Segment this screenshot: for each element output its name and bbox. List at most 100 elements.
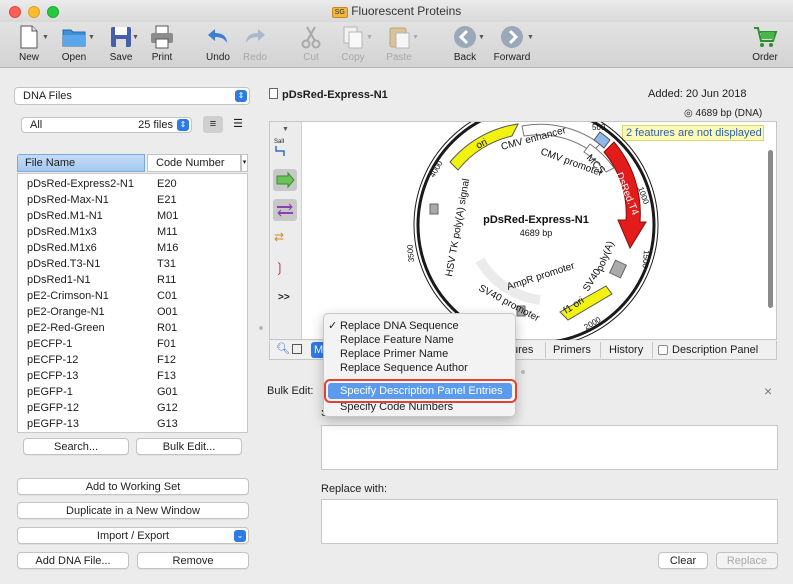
file-list-row[interactable]: pEGFP-1 G01 <box>18 384 247 400</box>
menu-item-replace-dna-sequence[interactable]: Replace DNA Sequence <box>340 319 459 333</box>
file-name-cell: pDsRed.M1-N1 <box>27 210 103 222</box>
open-dropdown-icon[interactable]: ▼ <box>88 34 95 41</box>
search-field[interactable] <box>321 425 778 470</box>
vertical-scrollbar[interactable] <box>768 150 773 308</box>
undo-label: Undo <box>206 52 230 63</box>
back-button[interactable]: Back <box>448 24 482 63</box>
splitter-handle-icon[interactable] <box>521 370 525 374</box>
split-view-icon[interactable] <box>292 344 302 354</box>
add-to-working-set-button[interactable]: Add to Working Set <box>17 478 249 495</box>
search-button[interactable]: Search... <box>23 438 129 455</box>
file-list-row[interactable]: pDsRed1-N1 R11 <box>18 272 247 288</box>
new-button[interactable]: New <box>12 24 46 63</box>
add-dna-file-button[interactable]: Add DNA File... <box>17 552 129 569</box>
back-dropdown-icon[interactable]: ▼ <box>478 34 485 41</box>
map-side-toolbar: ▼ SalI ⇄ ❳ >> <box>270 122 302 339</box>
bracket-tool-icon[interactable]: ❳ <box>274 260 285 276</box>
undo-arrow-icon <box>208 29 227 43</box>
import-export-label: Import / Export <box>96 530 170 542</box>
collapse-triangle-icon[interactable]: ▼ <box>282 126 289 133</box>
polya-site <box>608 259 628 279</box>
file-name-cell: pE2-Crimson-N1 <box>27 290 109 302</box>
file-list-row[interactable]: pEGFP-12 G12 <box>18 400 247 416</box>
collection-select[interactable]: DNA Files ⇕ <box>14 87 250 105</box>
code-number-cell: F13 <box>157 370 176 382</box>
window-title: Fluorescent Proteins <box>351 4 462 18</box>
clipboard-icon <box>389 27 410 49</box>
file-list-row[interactable]: pE2-Crimson-N1 C01 <box>18 288 247 304</box>
replace-field[interactable] <box>321 499 778 544</box>
magnifier-icon[interactable]: 🔍︎ <box>276 342 290 355</box>
app-doc-icon: SG <box>331 7 348 18</box>
cut-button[interactable]: Cut <box>295 24 327 63</box>
file-list-row[interactable]: pDsRed.M1x6 M16 <box>18 240 247 256</box>
filter-select[interactable]: All 25 files ⇕ <box>21 117 192 133</box>
print-label: Print <box>151 52 173 63</box>
column-header-code-number[interactable]: Code Number <box>147 154 241 172</box>
forward-label: Forward <box>493 52 531 63</box>
save-button[interactable]: Save <box>104 24 138 63</box>
file-list-row[interactable]: pDsRed-Max-N1 E21 <box>18 192 247 208</box>
splitter-handle-icon[interactable] <box>259 326 263 330</box>
menu-item-replace-sequence-author[interactable]: Replace Sequence Author <box>340 361 468 375</box>
code-number-cell: T31 <box>157 258 176 270</box>
file-list-row[interactable]: pECFP-12 F12 <box>18 352 247 368</box>
open-button[interactable]: Open <box>56 24 92 63</box>
file-name-cell: pDsRed.M1x3 <box>27 226 97 238</box>
file-list-row[interactable]: pDsRed.M1-N1 M01 <box>18 208 247 224</box>
list-view-icon[interactable]: ≡ <box>203 116 223 133</box>
code-number-cell: G12 <box>157 402 178 414</box>
menu-item-replace-primer-name[interactable]: Replace Primer Name <box>340 347 448 361</box>
forward-button[interactable]: Forward <box>492 24 532 63</box>
close-icon[interactable]: × <box>764 383 772 399</box>
remove-button[interactable]: Remove <box>137 552 249 569</box>
paste-dropdown-icon[interactable]: ▼ <box>412 34 419 41</box>
file-list-row[interactable]: pDsRed.T3-N1 T31 <box>18 256 247 272</box>
copy-button[interactable]: Copy <box>336 24 370 63</box>
tab-primers[interactable]: Primers <box>553 342 591 358</box>
forward-dropdown-icon[interactable]: ▼ <box>527 34 534 41</box>
column-menu-icon[interactable]: ▾ <box>241 154 248 172</box>
undo-button[interactable]: Undo <box>202 24 234 63</box>
file-name-cell: pEGFP-12 <box>27 402 79 414</box>
copy-dropdown-icon[interactable]: ▼ <box>366 34 373 41</box>
file-list-row[interactable]: pDsRed.M1x3 M11 <box>18 224 247 240</box>
clear-button[interactable]: Clear <box>658 552 708 569</box>
order-label: Order <box>752 52 778 63</box>
swap-arrows-icon[interactable]: ⇄ <box>274 230 284 244</box>
paste-button[interactable]: Paste <box>382 24 416 63</box>
collection-select-value: DNA Files <box>23 90 72 102</box>
feature-tool[interactable] <box>273 169 297 191</box>
primer-tool[interactable] <box>273 199 297 221</box>
file-list-row[interactable]: pEGFP-13 G13 <box>18 416 247 432</box>
file-list-row[interactable]: pECFP-13 F13 <box>18 368 247 384</box>
restriction-site-tool[interactable]: SalI <box>274 139 296 161</box>
duplicate-window-button[interactable]: Duplicate in a New Window <box>17 502 249 519</box>
outline-view-icon[interactable]: ☰ <box>229 116 247 133</box>
paste-label: Paste <box>386 52 412 63</box>
bulk-edit-button[interactable]: Bulk Edit... <box>136 438 242 455</box>
menu-item-replace-feature-name[interactable]: Replace Feature Name <box>340 333 454 347</box>
file-count: 25 files <box>138 119 173 131</box>
file-list-row[interactable]: pE2-Red-Green R01 <box>18 320 247 336</box>
save-dropdown-icon[interactable]: ▼ <box>132 34 139 41</box>
import-export-select[interactable]: Import / Export ⌄ <box>17 527 249 544</box>
new-dropdown-icon[interactable]: ▼ <box>42 34 49 41</box>
file-list-row[interactable]: pECFP-1 F01 <box>18 336 247 352</box>
print-button[interactable]: Print <box>146 24 178 63</box>
more-tools-button[interactable]: >> <box>278 292 290 303</box>
redo-button[interactable]: Redo <box>239 24 271 63</box>
file-list-row[interactable]: pE2-Orange-N1 O01 <box>18 304 247 320</box>
description-panel-checkbox[interactable] <box>658 345 668 355</box>
minimize-window-button[interactable] <box>28 6 40 18</box>
forward-arrow-icon <box>501 26 523 48</box>
tab-history[interactable]: History <box>609 342 643 358</box>
zoom-window-button[interactable] <box>47 6 59 18</box>
column-header-file-name[interactable]: File Name <box>17 154 145 172</box>
dna-file-icon <box>269 88 278 99</box>
replace-button[interactable]: Replace <box>716 552 778 569</box>
map-title: pDsRed-Express-N1 <box>483 214 589 226</box>
close-window-button[interactable] <box>9 6 21 18</box>
order-button[interactable]: Order <box>748 24 782 63</box>
file-list-row[interactable]: pDsRed-Express2-N1 E20 <box>18 176 247 192</box>
